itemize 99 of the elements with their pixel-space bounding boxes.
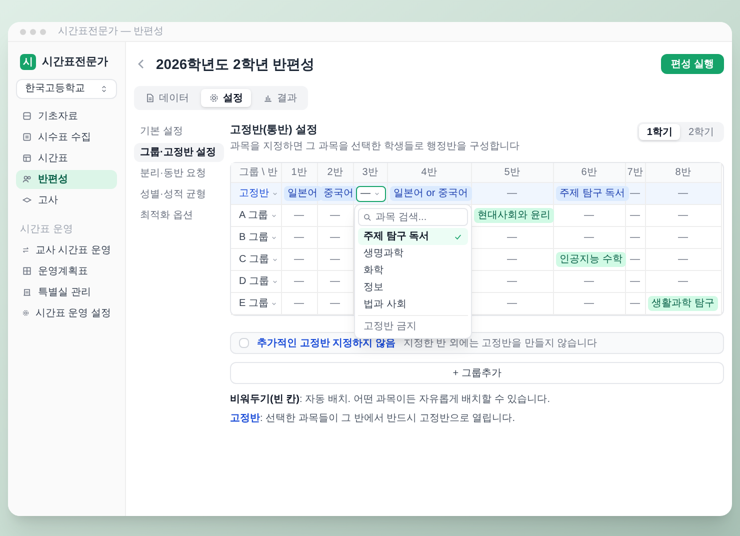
subject-tag: 생활과학 탐구 <box>648 296 718 311</box>
table-cell: — <box>625 292 645 314</box>
help-note: 비워두기(빈 칸): 자동 배치. 어떤 과목이든 자유롭게 배치할 수 있습니다. <box>230 393 552 407</box>
subject-tag: 주제 탐구 독서 <box>556 186 630 201</box>
table-cell: — <box>471 248 553 270</box>
settings-nav-item[interactable]: 성별·성적 균형 <box>134 185 224 204</box>
sidebar-item[interactable]: 교사 시간표 운영 <box>16 240 117 260</box>
dropdown-option[interactable]: 고정반 금지 <box>358 318 468 335</box>
sidebar-item[interactable]: 시간표 운영 설정 <box>16 304 117 322</box>
row-group-select[interactable]: 고정반 <box>235 186 283 201</box>
row-group-select[interactable]: B 그룹 <box>235 230 282 245</box>
dropdown-option[interactable]: 화학 <box>358 262 468 279</box>
settings-nav-item[interactable]: 분리·동반 요청 <box>134 164 224 183</box>
table-cell: — <box>645 226 721 248</box>
table-cell: — <box>645 248 721 270</box>
table-cell: — <box>553 292 625 314</box>
document-icon <box>145 93 155 103</box>
dropdown-option[interactable]: 주제 탐구 독서 <box>358 228 468 245</box>
table-cell: — <box>625 248 645 270</box>
calendar-icon <box>22 153 32 163</box>
table-cell: — <box>317 204 353 226</box>
subject-tag: 일본어 <box>284 186 322 201</box>
gear-icon <box>209 93 219 103</box>
sidebar-item[interactable]: 고사 <box>16 190 117 210</box>
table-cell: — <box>317 270 353 292</box>
subject-tag: 현대사회와 윤리 <box>474 208 554 223</box>
settings-nav-item[interactable]: 최적화 옵션 <box>134 206 224 225</box>
table-cell: — <box>553 226 625 248</box>
table-cell: — <box>317 292 353 314</box>
sidebar-item[interactable]: 기초자료 <box>16 106 117 126</box>
sidebar-item[interactable]: 시수표 수집 <box>16 128 117 146</box>
table-cell: — <box>471 182 553 204</box>
settings-nav-item[interactable]: 그룹·고정반 설정 <box>134 143 224 162</box>
row-group-select[interactable]: C 그룹 <box>235 252 283 267</box>
updown-chevron-icon <box>100 84 108 94</box>
table-cell: — <box>317 248 353 270</box>
search-field[interactable]: 과목 검색... <box>358 208 468 226</box>
add-group-button[interactable]: + 그룹추가 <box>230 362 724 384</box>
semester-tab[interactable]: 2학기 <box>680 124 722 140</box>
app-logo: 시 <box>20 54 36 70</box>
sidebar-item[interactable]: 운영계획표 <box>16 262 117 280</box>
table-cell: — <box>317 226 353 248</box>
app-name: 시간표전문가 <box>42 55 108 70</box>
table-cell: — <box>471 226 553 248</box>
check-icon <box>454 232 462 240</box>
table-cell: — <box>625 226 645 248</box>
help-note: 고정반: 선택한 과목들이 그 반에서 반드시 고정반으로 열립니다. <box>230 412 516 426</box>
table-cell: — <box>553 270 625 292</box>
subject-tag: 중국어 <box>320 186 358 201</box>
tab[interactable]: 데이터 <box>137 89 197 107</box>
option-description: 지정한 반 외에는 고정반을 만들지 않습니다 <box>403 336 598 350</box>
table-cell: — <box>625 270 645 292</box>
table-cell: — <box>645 270 721 292</box>
gear-icon <box>22 308 30 318</box>
window-title: 시간표전문가 — 반편성 <box>58 25 164 39</box>
school-select[interactable]: 한국고등학교 <box>16 78 117 98</box>
sidebar-item[interactable]: 반편성 <box>16 170 117 188</box>
database-icon <box>22 111 32 121</box>
table-cell: — <box>645 204 721 226</box>
subject-tag: 인공지능 수학 <box>556 252 626 267</box>
table-cell: — <box>281 204 317 226</box>
page-title: 2026학년도 2학년 반편성 <box>156 54 315 74</box>
sidebar-item[interactable]: 시간표 <box>16 148 117 168</box>
subject-select[interactable]: — <box>356 186 386 202</box>
option-label: 추가적인 고정반 지정하지 않음 <box>257 336 396 350</box>
people-icon <box>22 174 32 184</box>
table-cell: — <box>645 182 721 204</box>
settings-nav-item[interactable]: 기본 설정 <box>134 122 224 141</box>
semester-tab[interactable]: 1학기 <box>638 124 680 140</box>
table-cell: — <box>553 204 625 226</box>
list-icon <box>22 132 32 142</box>
bar-chart-icon <box>263 93 273 103</box>
tab[interactable]: 설정 <box>201 89 251 107</box>
table-cell: — <box>625 182 645 204</box>
row-group-select[interactable]: A 그룹 <box>235 208 282 223</box>
dropdown-option[interactable]: 정보 <box>358 279 468 296</box>
dropdown-option[interactable]: 법과 사회 <box>358 296 468 313</box>
row-group-select[interactable]: E 그룹 <box>235 296 282 311</box>
table-cell: — <box>281 292 317 314</box>
grid-icon <box>22 266 32 276</box>
tab[interactable]: 결과 <box>255 89 305 107</box>
subject-tag: 일본어 or 중국어 <box>390 186 472 201</box>
search-icon <box>362 213 372 222</box>
table-cell: — <box>281 270 317 292</box>
sidebar-item[interactable]: 특별실 관리 <box>16 282 117 302</box>
building-icon <box>22 287 32 297</box>
sidebar-section-label: 시간표 운영 <box>19 222 74 236</box>
table-cell: — <box>471 292 553 314</box>
chevron-left-icon <box>137 59 145 69</box>
table-cell: — <box>625 204 645 226</box>
table-cell: — <box>281 226 317 248</box>
checkbox[interactable] <box>239 338 249 348</box>
section-title: 고정반(통반) 설정 <box>230 123 318 138</box>
swap-icon <box>22 245 30 255</box>
section-description: 과목을 지정하면 그 과목을 선택한 학생들로 행정반을 구성합니다 <box>230 140 520 154</box>
table-cell: — <box>471 270 553 292</box>
dropdown-option[interactable]: 생명과학 <box>358 245 468 262</box>
row-group-select[interactable]: D 그룹 <box>235 274 283 289</box>
table-cell: — <box>281 248 317 270</box>
